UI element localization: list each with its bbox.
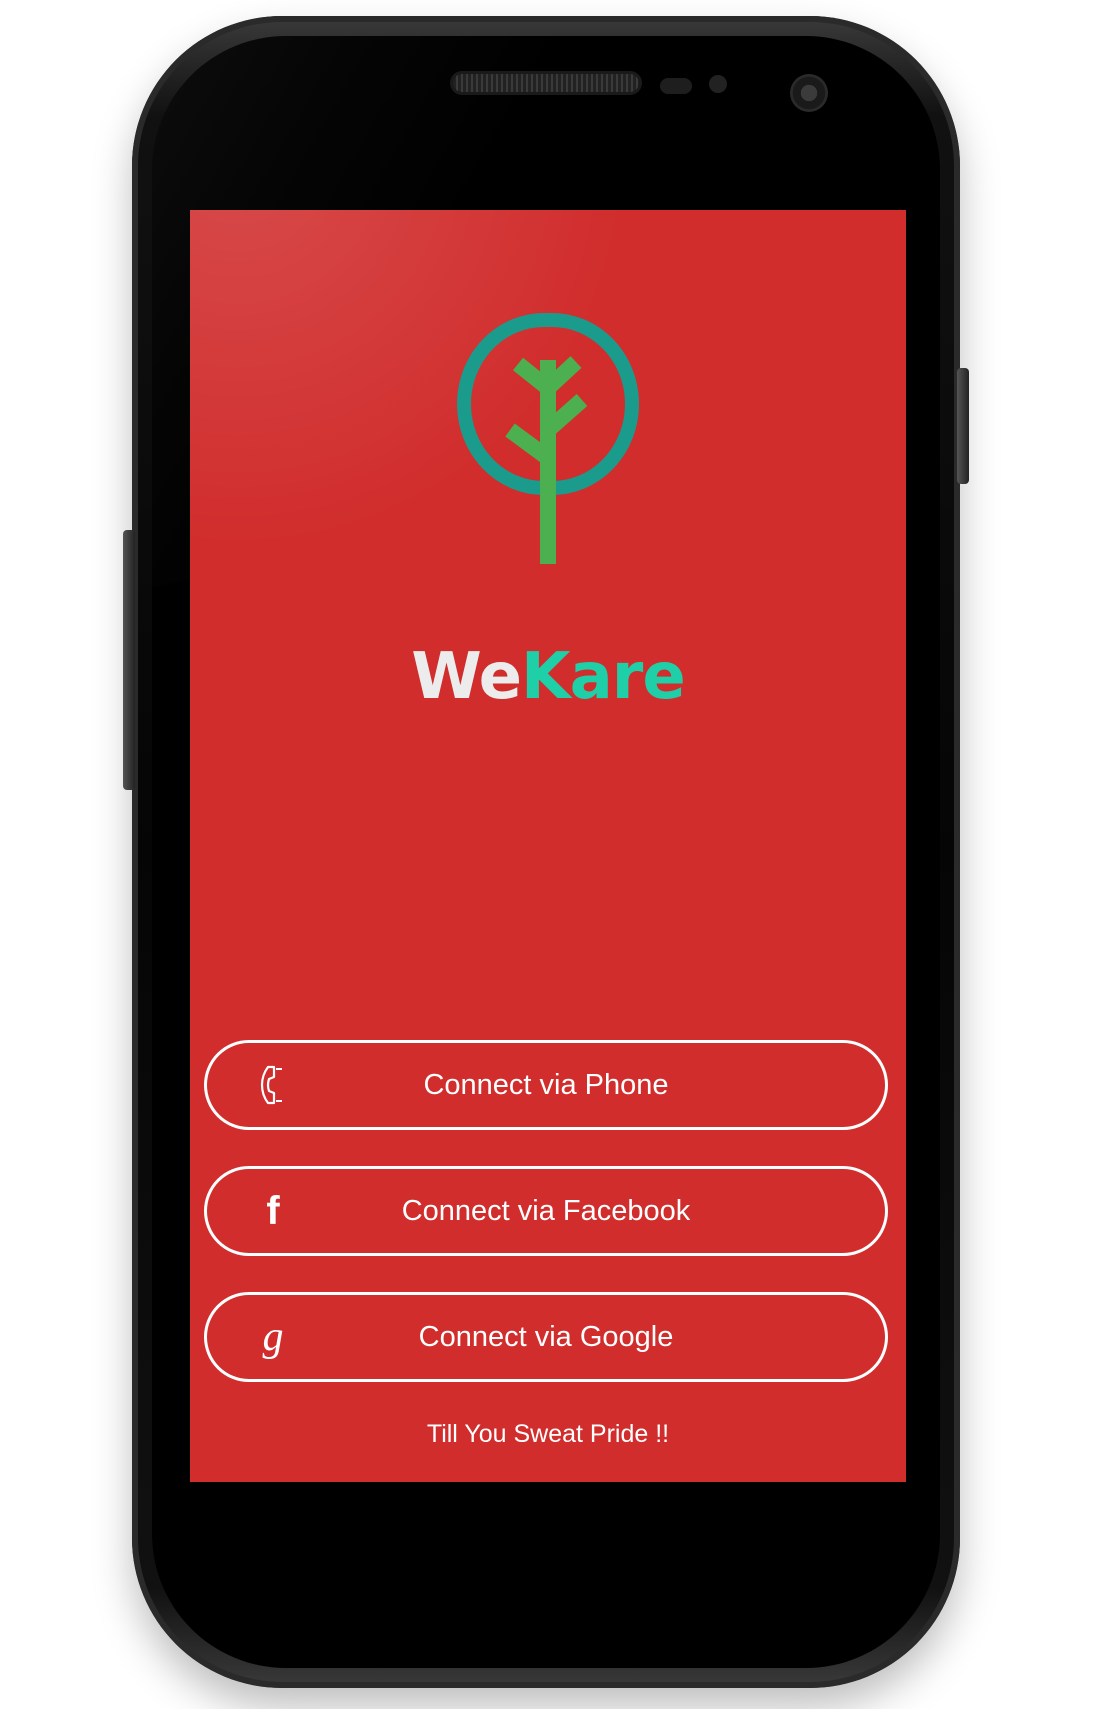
proximity-sensor [660, 78, 692, 94]
connect-facebook-button[interactable]: f Connect via Facebook [204, 1166, 888, 1256]
facebook-glyph: f [266, 1189, 280, 1233]
brand-kare: Kare [520, 640, 686, 714]
volume-button [123, 530, 135, 790]
app-screen: WeKare Connect via Phone f Connect via F… [190, 210, 906, 1482]
brand-we: We [411, 640, 522, 714]
light-sensor [709, 75, 727, 93]
connect-google-button[interactable]: g Connect via Google [204, 1292, 888, 1382]
tagline: Till You Sweat Pride !! [426, 1420, 670, 1448]
connect-google-label: Connect via Google [418, 1320, 674, 1353]
tree-in-circle-icon [457, 313, 639, 564]
phone-icon [253, 1063, 293, 1107]
power-button [957, 368, 969, 484]
google-glyph: g [262, 1314, 284, 1360]
connect-phone-label: Connect via Phone [423, 1068, 669, 1101]
front-camera [790, 74, 828, 112]
earpiece-speaker [453, 74, 639, 92]
connect-phone-button[interactable]: Connect via Phone [204, 1040, 888, 1130]
app-brand-name: WeKare [190, 640, 906, 714]
facebook-icon: f [253, 1189, 293, 1233]
google-icon: g [253, 1315, 293, 1359]
connect-facebook-label: Connect via Facebook [401, 1194, 691, 1227]
